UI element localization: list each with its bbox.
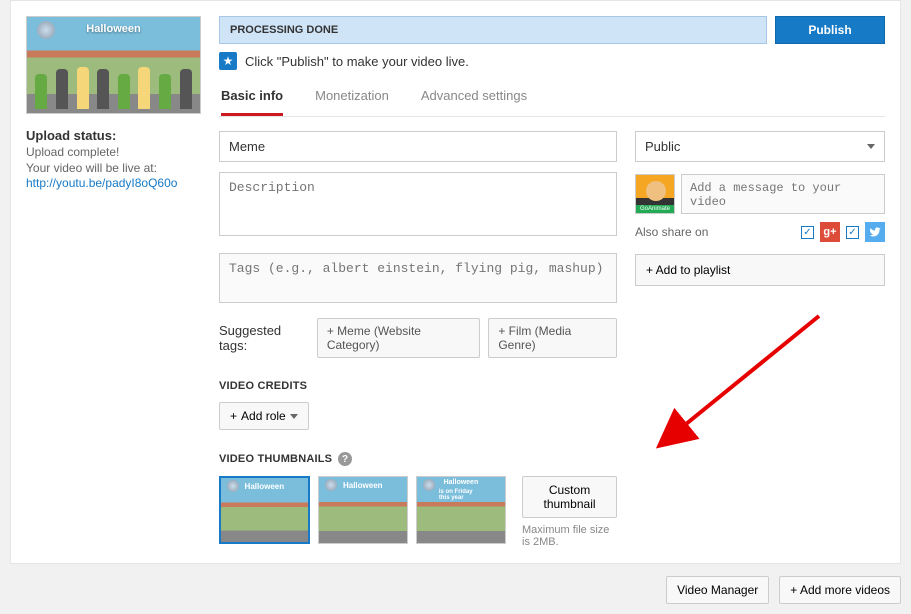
share-message-input[interactable] (681, 174, 885, 214)
add-more-videos-button[interactable]: + Add more videos (779, 576, 901, 604)
publish-button[interactable]: Publish (775, 16, 885, 44)
processing-status-bar: PROCESSING DONE (219, 16, 767, 44)
chevron-down-icon (290, 414, 298, 419)
video-credits-title: VIDEO CREDITS (219, 380, 617, 392)
tags-input[interactable] (219, 253, 617, 303)
description-input[interactable] (219, 172, 617, 236)
thumbnail-banner-text: Halloween (86, 23, 140, 35)
privacy-selected-value: Public (645, 139, 680, 154)
tabs-bar: Basic info Monetization Advanced setting… (219, 80, 885, 117)
publish-hint-text: Click "Publish" to make your video live. (245, 54, 469, 69)
upload-status-label: Upload status: (26, 128, 201, 143)
avatar-label: GoAnimate (636, 205, 674, 213)
video-preview-thumbnail: Halloween (26, 16, 201, 114)
add-to-playlist-button[interactable]: + Add to playlist (635, 254, 885, 286)
disco-ball-icon (37, 21, 55, 39)
plus-icon: + (230, 409, 237, 423)
chevron-down-icon (867, 144, 875, 149)
thumbnail-option-2[interactable]: Halloween (318, 476, 408, 544)
gplus-checkbox[interactable]: ✓ (801, 226, 814, 239)
tab-advanced-settings[interactable]: Advanced settings (421, 80, 527, 116)
suggested-tags-label: Suggested tags: (219, 323, 309, 353)
add-role-label: Add role (241, 409, 286, 423)
help-icon[interactable]: ? (338, 452, 352, 466)
also-share-label: Also share on (635, 225, 708, 239)
tab-basic-info[interactable]: Basic info (221, 80, 283, 116)
add-role-button[interactable]: + Add role (219, 402, 309, 430)
suggested-tag-meme[interactable]: + Meme (Website Category) (317, 318, 481, 358)
twitter-checkbox[interactable]: ✓ (846, 226, 859, 239)
google-plus-icon: g+ (820, 222, 840, 242)
video-url-link[interactable]: http://youtu.be/padyI8oQ60o (26, 176, 177, 190)
thumbnail-size-hint: Maximum file size is 2MB. (522, 524, 617, 548)
privacy-select[interactable]: Public (635, 131, 885, 162)
channel-avatar: GoAnimate (635, 174, 675, 214)
video-live-text: Your video will be live at: (26, 161, 201, 175)
upload-complete-text: Upload complete! (26, 145, 201, 159)
tab-monetization[interactable]: Monetization (315, 80, 389, 116)
video-manager-button[interactable]: Video Manager (666, 576, 769, 604)
video-thumbnails-title: VIDEO THUMBNAILS (219, 453, 332, 465)
star-icon: ★ (219, 52, 237, 70)
twitter-icon (865, 222, 885, 242)
thumbnail-option-1[interactable]: Halloween (219, 476, 310, 544)
suggested-tag-film[interactable]: + Film (Media Genre) (488, 318, 617, 358)
custom-thumbnail-button[interactable]: Custom thumbnail (522, 476, 617, 518)
thumbnail-option-3[interactable]: Halloween is on Friday this year (416, 476, 506, 544)
title-input[interactable] (219, 131, 617, 162)
